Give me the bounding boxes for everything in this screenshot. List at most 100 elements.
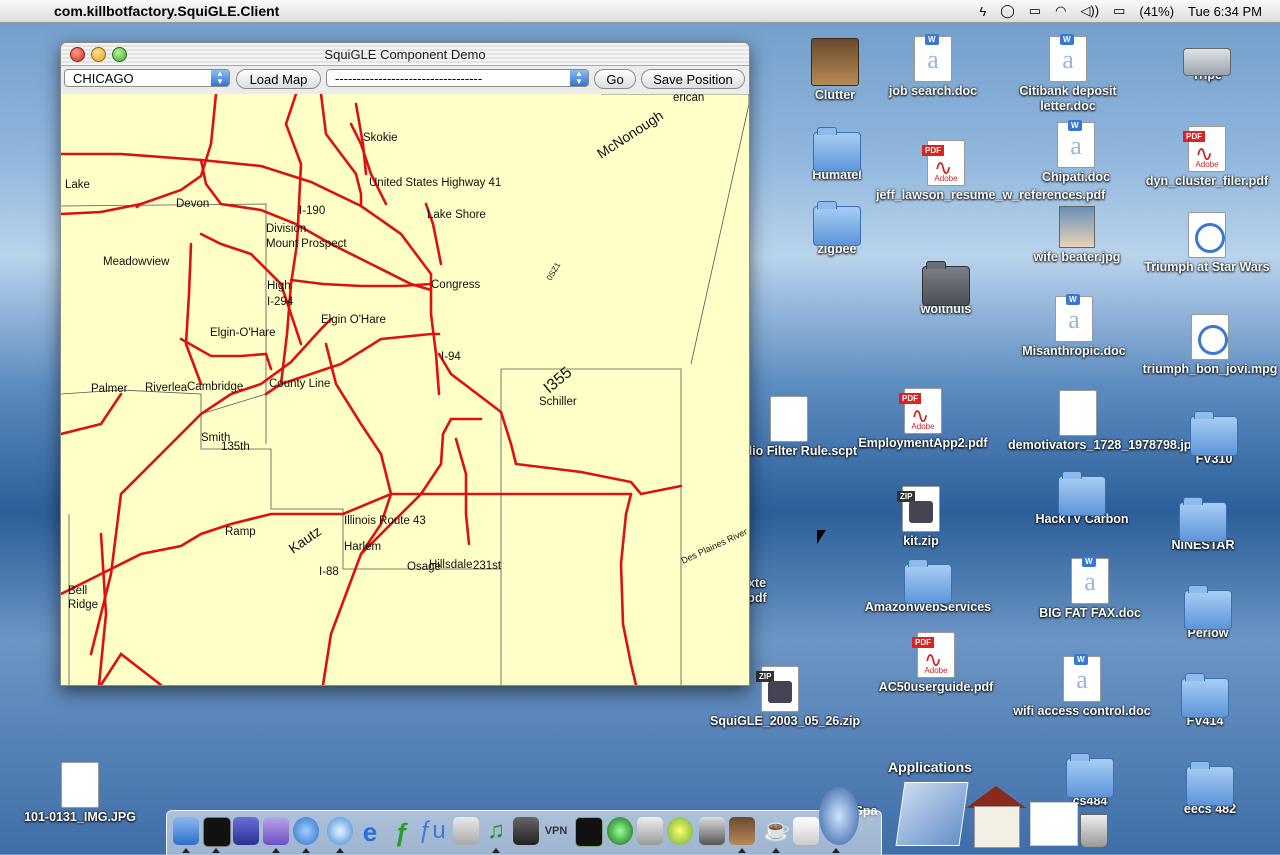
dock-mozilla-icon[interactable] [233,817,259,845]
map-label-hillsdale: Hillsdale [429,559,472,571]
desktop-icon-triumph-star-wars[interactable]: Triumph at Star Wars [1137,212,1277,275]
map-label-lake-shore: Lake Shore [427,209,486,221]
icon-label: Misanthropic.doc [1022,344,1126,358]
desktop-icon-wifi-access[interactable]: Wa wifi access control.doc [1012,654,1152,719]
icon-label: wifi access control.doc [1013,704,1151,718]
dock-internet-explorer-icon[interactable]: e [357,817,383,847]
desktop-icon-fv414[interactable]: FV414 [1135,672,1275,729]
window-titlebar[interactable]: SquiGLE Component Demo [61,43,749,66]
dock-classic-icon[interactable] [699,817,725,845]
desktop-icon-ac50[interactable]: PDF ∿ Adobe AC50userguide.pdf [866,632,1006,695]
wifi-icon[interactable]: ◠ [1055,3,1066,19]
city-select[interactable]: CHICAGO ▲ ▼ [64,69,230,87]
dock-font-icon[interactable]: ƒu [419,817,446,845]
dock-preview-icon[interactable] [819,787,859,845]
desktop-icon-amazon[interactable]: AmazonWebServices [858,558,998,615]
save-position-button[interactable]: Save Position [641,69,745,89]
desktop-icon-cs484[interactable]: cs484 [1020,752,1160,809]
dock-network-icon[interactable] [607,817,633,845]
dock-calculator-icon[interactable] [453,817,479,845]
desktop-icon-perlow[interactable]: Perlow [1138,584,1278,641]
dock-home-icon[interactable] [966,786,1026,808]
map-label-bell: Bell [68,585,87,597]
city-select-value: CHICAGO [73,71,134,86]
desktop-icon-citibank[interactable]: Wa Citibank deposit letter.doc [998,34,1138,114]
map-label-lake: Lake [65,179,90,191]
dock-fetch-icon[interactable]: ƒ [389,817,415,847]
desktop-icon-tripe[interactable]: Tripe [1137,38,1277,83]
menu-clock[interactable]: Tue 6:34 PM [1188,4,1262,19]
ichat-status-icon[interactable]: ◯ [1000,3,1015,19]
dock-ichat-icon[interactable] [293,817,319,845]
dock-applications-icon[interactable] [895,782,969,846]
desktop-icon-fv310[interactable]: FV310 [1144,410,1280,467]
desktop-icon-wife-beater[interactable]: wife beater.jpg [1007,206,1147,265]
map-label-des-plaines-river: Des Plaines River [680,527,749,566]
battery-percent[interactable]: (41%) [1139,4,1174,19]
dock-xcode-icon[interactable] [667,817,693,845]
pdf-icon: PDF ∿ Adobe [922,140,965,186]
map-canvas[interactable]: Skokie McNonough erican Lake Devon Unite… [61,94,749,685]
desktop-icon-chipati[interactable]: Wa Chipati.doc [1006,120,1146,185]
icon-label: kit.zip [903,534,939,548]
volume-icon[interactable]: ◁)) [1080,3,1099,19]
battery-icon[interactable]: ▭ [1113,3,1125,19]
running-indicator [492,848,500,853]
dock-mail-icon[interactable] [263,817,289,845]
dock-clutter-icon[interactable] [729,817,755,845]
desktop-icon-dyn-cluster[interactable]: PDF ∿ Adobe dyn_cluster_filer.pdf [1137,126,1277,189]
dock-imovie-icon[interactable] [513,817,539,845]
word-doc-icon: Wa [1071,556,1109,604]
dock-activity-monitor-icon[interactable] [575,817,603,847]
desktop-icon-img-jpg[interactable]: 101-0131_IMG.JPG [10,762,150,825]
dock-finder-icon[interactable] [173,817,199,845]
folder-icon [813,201,861,246]
desktop-icon-kit-zip[interactable]: ZIP kit.zip [851,486,991,549]
map-svg[interactable]: Skokie McNonough erican Lake Devon Unite… [61,94,749,685]
map-label-mcnonough: McNonough [594,107,666,162]
icon-label: Triumph at Star Wars [1144,260,1270,274]
dock-system-icon[interactable] [637,817,663,845]
dock-home-icon-body [974,806,1020,848]
icon-label: SquiGLE_2003_05_26.zip [710,714,861,728]
hard-drive-icon [1183,48,1231,76]
dock-desktop-icon[interactable] [1030,802,1078,846]
desktop-icon-eecs482[interactable]: eecs 482 [1140,760,1280,817]
word-doc-icon: Wa [1063,654,1101,702]
dock-trash-icon[interactable] [1080,814,1108,848]
dock-terminal-icon[interactable] [203,817,231,847]
dock-java-icon[interactable]: ☕ [763,817,790,845]
load-map-button[interactable]: Load Map [236,69,321,89]
icon-label: Applications [887,759,972,775]
desktop-icon-demotivators[interactable]: demotivators_1728_1978798.jpg [1008,390,1199,453]
desktop-icon-wolthuis[interactable]: wolthuis [876,260,1016,317]
dock-textedit-icon[interactable] [793,817,819,845]
dock-safari-icon[interactable] [327,817,353,845]
desktop-icon-ninestar[interactable]: NINESTAR [1133,496,1273,553]
word-doc-icon: Wa [1057,120,1095,168]
position-select[interactable]: ---------------------------------- ▲ ▼ [326,69,589,87]
app-menu[interactable]: com.killbotfactory.SquiGLE.Client [54,3,279,19]
map-label-kautz: Kautz [286,523,325,557]
desktop-icon-misanthropic[interactable]: Wa Misanthropic.doc [1004,294,1144,359]
desktop-icon-employment-app[interactable]: PDF ∿ Adobe EmploymentApp2.pdf [853,388,993,451]
desktop-icon-zigbee[interactable]: zigbee [767,200,907,257]
dock-vpn-icon[interactable]: VPN [543,817,569,845]
map-label-schiller: Schiller [539,396,577,408]
display-icon[interactable]: ▭ [1029,3,1041,19]
desktop-icon-applications[interactable]: Applications [860,760,1000,775]
running-indicator [182,848,190,853]
mpeg-icon [1188,212,1226,258]
map-label-i190: I-190 [299,205,325,217]
go-button[interactable]: Go [594,69,636,89]
desktop-icon-resume[interactable]: PDF ∿ Adobe jeff_lawson_resume_w_reference… [876,140,1105,203]
desktop-icon-hacktv[interactable]: HackTV Carbon [1012,470,1152,527]
desktop-icon-triumph-bon-jovi[interactable]: triumph_bon_jovi.mpg [1140,314,1280,377]
map-label-skokie: Skokie [363,132,398,144]
running-indicator [212,848,220,853]
icon-label: 101-0131_IMG.JPG [24,810,136,824]
zip-icon: ZIP [897,486,940,532]
dock-itunes-icon[interactable]: ♫ [483,817,509,845]
script-menu-icon[interactable]: ϟ [979,4,986,19]
desktop-icon-job-search[interactable]: Wa job search.doc [863,34,1003,99]
